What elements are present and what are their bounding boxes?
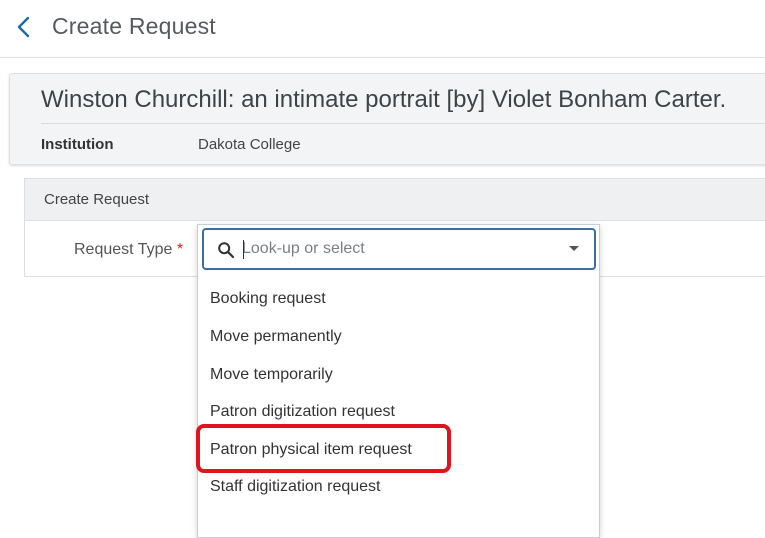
text-cursor (243, 240, 244, 259)
option-booking-request[interactable]: Booking request (210, 290, 326, 308)
option-move-temporarily[interactable]: Move temporarily (210, 366, 333, 384)
option-staff-digitization-request[interactable]: Staff digitization request (210, 478, 380, 496)
request-type-label: Request Type * (74, 241, 183, 259)
search-icon (218, 242, 235, 259)
institution-label: Institution (41, 136, 114, 153)
record-title: Winston Churchill: an intimate portrait … (41, 86, 727, 113)
option-patron-physical-item-request[interactable]: Patron physical item request (210, 441, 412, 459)
record-summary-card: Winston Churchill: an intimate portrait … (9, 73, 765, 165)
section-header: Create Request (25, 179, 765, 221)
section-title: Create Request (44, 191, 150, 208)
option-patron-digitization-request[interactable]: Patron digitization request (210, 403, 395, 421)
required-marker: * (176, 241, 184, 258)
request-type-label-text: Request Type (74, 241, 173, 258)
record-divider (41, 123, 765, 124)
request-type-search-input[interactable] (242, 238, 552, 260)
caret-down-icon[interactable] (569, 246, 579, 251)
option-move-permanently[interactable]: Move permanently (210, 328, 342, 346)
page-title: Create Request (52, 13, 216, 39)
back-button[interactable] (12, 14, 34, 40)
request-type-select[interactable] (202, 228, 596, 270)
chevron-left-icon (17, 16, 30, 38)
top-bar: Create Request (0, 0, 765, 58)
institution-value: Dakota College (198, 136, 301, 153)
